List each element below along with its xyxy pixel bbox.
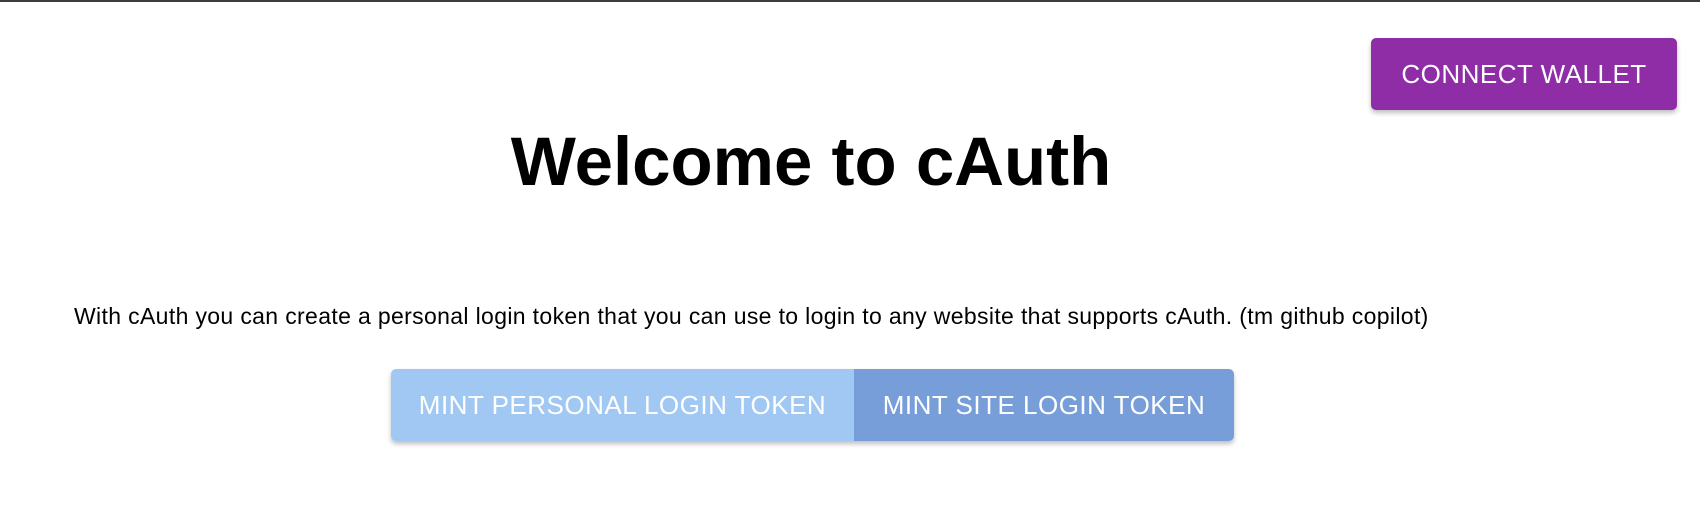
page-title: Welcome to cAuth — [510, 123, 1112, 200]
mint-personal-login-token-button[interactable]: MINT PERSONAL LOGIN TOKEN — [391, 369, 854, 441]
mint-button-group: MINT PERSONAL LOGIN TOKEN MINT SITE LOGI… — [391, 369, 1234, 441]
description-text: With cAuth you can create a personal log… — [74, 303, 1429, 329]
connect-wallet-button[interactable]: CONNECT WALLET — [1371, 38, 1677, 110]
mint-site-login-token-button[interactable]: MINT SITE LOGIN TOKEN — [854, 369, 1234, 441]
